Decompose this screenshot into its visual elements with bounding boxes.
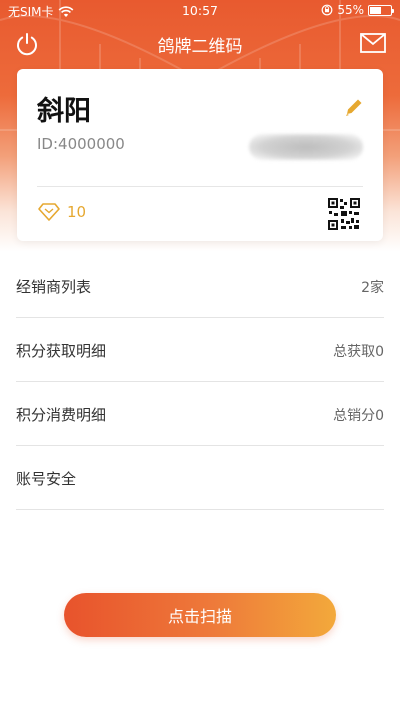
- menu-item-value: 总获取0: [333, 344, 384, 360]
- menu-item-points-earned[interactable]: 积分获取明细 总获取0: [16, 318, 384, 382]
- battery-percent: 55%: [337, 3, 364, 17]
- blurred-info: [249, 134, 363, 160]
- menu-item-label: 账号安全: [16, 470, 77, 488]
- menu-item-value: 2家: [361, 280, 384, 296]
- user-name: 斜阳: [37, 96, 91, 127]
- scan-button[interactable]: 点击扫描: [64, 593, 336, 637]
- menu-item-points-spent[interactable]: 积分消费明细 总销分0: [16, 382, 384, 446]
- battery-fill: [370, 6, 381, 14]
- menu-item-value: 总销分0: [333, 408, 384, 424]
- lock-rotation-icon: [321, 4, 333, 16]
- card-divider: [37, 186, 363, 187]
- menu-item-label: 经销商列表: [16, 278, 92, 296]
- profile-card: 斜阳 ID:4000000 10: [17, 69, 383, 241]
- menu-list: 经销商列表 2家 积分获取明细 总获取0 积分消费明细 总销分0 账号安全: [0, 254, 400, 510]
- page-title: 鸽牌二维码: [157, 37, 243, 57]
- points-display[interactable]: 10: [37, 202, 86, 222]
- status-bar: 无SIM卡 10:57 55%: [0, 0, 400, 22]
- menu-item-label: 积分消费明细: [16, 406, 107, 424]
- battery-icon: [368, 4, 394, 16]
- menu-item-dealer-list[interactable]: 经销商列表 2家: [16, 254, 384, 318]
- edit-pencil-icon[interactable]: [343, 96, 365, 118]
- user-id: ID:4000000: [37, 135, 125, 153]
- qr-code-icon[interactable]: [327, 197, 361, 231]
- mail-icon[interactable]: [360, 33, 386, 53]
- diamond-icon: [38, 203, 60, 221]
- app-screen: 无SIM卡 10:57 55% 鸽牌二维码 斜阳 ID:4000000 10 经…: [0, 0, 400, 711]
- menu-item-label: 积分获取明细: [16, 342, 107, 360]
- menu-item-account-security[interactable]: 账号安全: [16, 446, 384, 510]
- points-value: 10: [67, 203, 87, 221]
- nav-bar: 鸽牌二维码: [0, 22, 400, 64]
